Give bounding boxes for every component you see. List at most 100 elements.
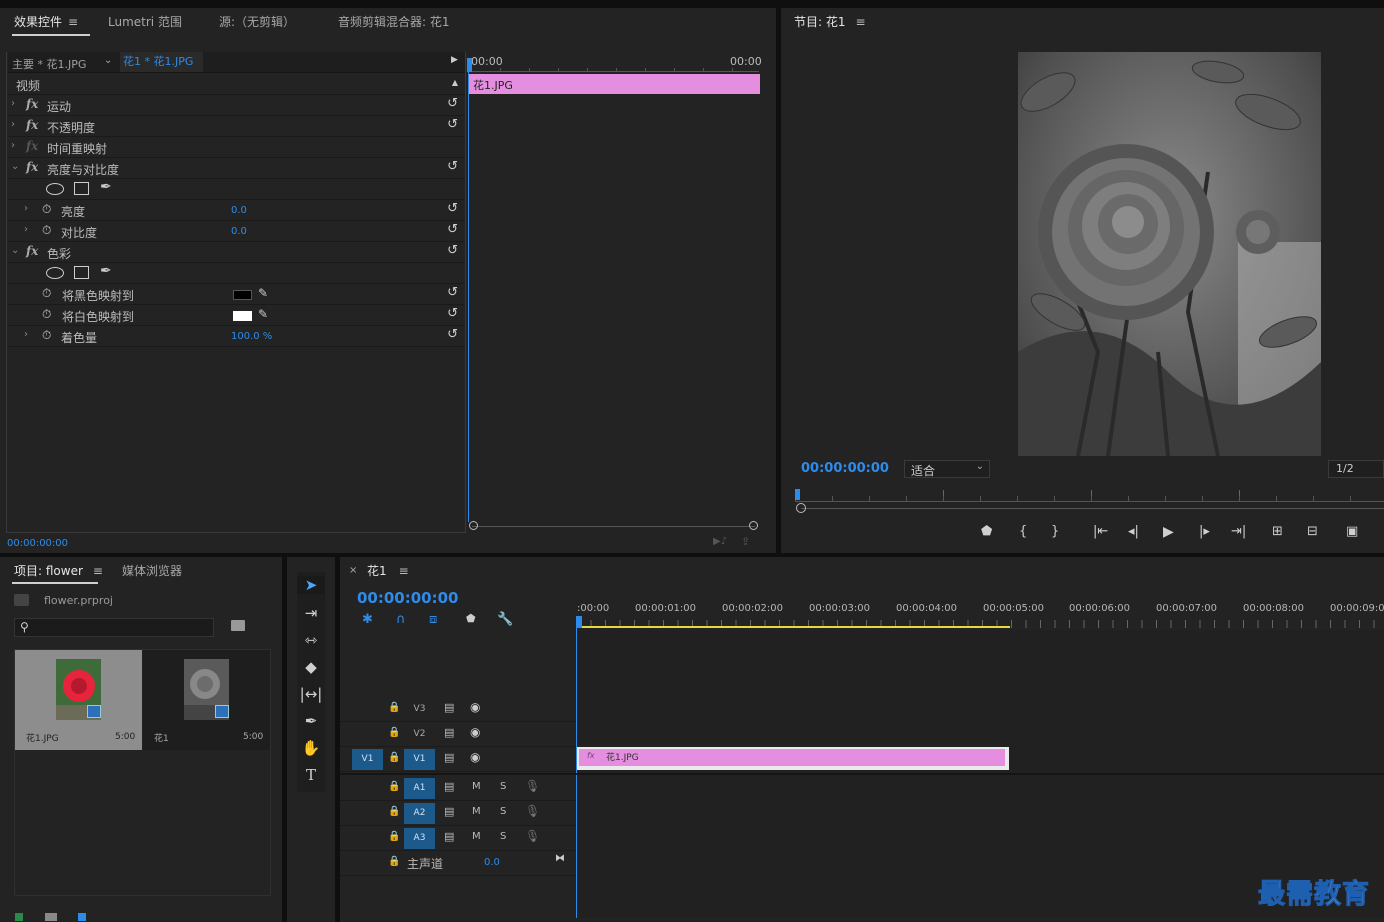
add-marker-icon[interactable]: ⬟ <box>466 612 476 625</box>
project-search-input[interactable]: ⚲ <box>14 618 214 637</box>
go-to-out-icon[interactable]: ⇥| <box>1231 524 1246 539</box>
tab-source[interactable]: 源:（无剪辑） <box>219 8 295 36</box>
solo-button[interactable]: S <box>500 781 506 792</box>
tab-lumetri-scopes[interactable]: Lumetri 范围 <box>108 8 182 36</box>
tab-media-browser[interactable]: 媒体浏览器 <box>122 557 182 585</box>
track-name[interactable]: V2 <box>404 724 435 745</box>
program-timecode[interactable]: 00:00:00:00 <box>801 461 889 476</box>
lock-icon[interactable]: 🔒 <box>388 781 400 792</box>
track-name[interactable]: A2 <box>404 803 435 824</box>
tab-audio-clip-mixer[interactable]: 音频剪辑混合器: 花1 <box>338 8 450 36</box>
track-name[interactable]: V3 <box>404 699 435 720</box>
play-icon[interactable]: ▶ <box>1163 524 1174 540</box>
audio-only-icon[interactable]: ▶♪ <box>713 536 727 547</box>
sync-lock-icon[interactable]: ▤ <box>444 726 454 739</box>
sync-lock-icon[interactable]: ▤ <box>444 751 454 764</box>
write-protect-icon[interactable] <box>15 913 23 921</box>
hand-tool-icon[interactable]: ✋ <box>297 739 325 757</box>
panel-menu-icon[interactable]: ≡ <box>856 15 866 29</box>
tab-sequence[interactable]: 花1 ≡ <box>367 557 409 585</box>
track-name[interactable]: A1 <box>404 778 435 799</box>
ec-zoom-handle-left[interactable] <box>469 521 478 530</box>
lock-icon[interactable]: 🔒 <box>388 806 400 817</box>
source-patch-v1[interactable]: V1 <box>352 749 383 770</box>
mark-in-icon[interactable]: { <box>1019 524 1027 539</box>
list-view-icon[interactable] <box>45 913 57 921</box>
lock-icon[interactable]: 🔒 <box>388 727 400 738</box>
mic-icon[interactable]: 🎙 <box>525 829 540 843</box>
track-select-tool-icon[interactable]: ⇥ <box>297 604 325 622</box>
project-file-name: flower.prproj <box>44 594 113 607</box>
panel-menu-icon[interactable]: ≡ <box>399 564 409 578</box>
nest-toggle-icon[interactable]: ✱ <box>362 612 373 627</box>
program-scrollbar[interactable] <box>801 508 1384 509</box>
tab-program[interactable]: 节目: 花1 ≡ <box>794 8 866 36</box>
project-item-sequence[interactable]: 花1 5:00 <box>143 650 270 750</box>
pen-tool-icon[interactable]: ✒ <box>297 712 325 730</box>
timeline-timecode[interactable]: 00:00:00:00 <box>357 589 459 607</box>
solo-button[interactable]: S <box>500 831 506 842</box>
sync-lock-icon[interactable]: ▤ <box>444 701 454 714</box>
eye-icon[interactable]: ◉ <box>470 725 480 739</box>
go-to-edit-point-icon[interactable]: ⧓ <box>555 853 565 864</box>
program-scroll-handle[interactable] <box>796 503 806 513</box>
mic-icon[interactable]: 🎙 <box>525 779 540 793</box>
lock-icon[interactable]: 🔒 <box>388 856 400 867</box>
lock-icon[interactable]: 🔒 <box>388 831 400 842</box>
ec-clip-bar[interactable]: 花1.JPG <box>469 74 760 94</box>
master-track-value[interactable]: 0.0 <box>484 857 500 868</box>
project-item-clip[interactable]: 花1.JPG 5:00 <box>15 650 142 750</box>
ec-zoom-handle-right[interactable] <box>749 521 758 530</box>
eye-icon[interactable]: ◉ <box>470 700 480 714</box>
tab-label: 节目: 花1 <box>794 15 846 29</box>
snap-icon[interactable]: ∩ <box>396 612 406 627</box>
sync-lock-icon[interactable]: ▤ <box>444 830 454 843</box>
sync-lock-icon[interactable]: ▤ <box>444 780 454 793</box>
lock-icon[interactable]: 🔒 <box>388 752 400 763</box>
still-image-badge-icon <box>87 705 101 718</box>
slip-tool-icon[interactable]: |↔| <box>297 685 325 703</box>
panel-menu-icon[interactable]: ≡ <box>68 15 78 29</box>
effect-controls-timecode[interactable]: 00:00:00:00 <box>7 538 68 549</box>
settings-wrench-icon[interactable]: 🔧 <box>497 612 513 627</box>
go-to-in-icon[interactable]: |⇤ <box>1093 524 1108 539</box>
new-bin-icon[interactable] <box>231 620 245 631</box>
lock-icon[interactable]: 🔒 <box>388 702 400 713</box>
mute-button[interactable]: M <box>472 781 481 792</box>
mute-button[interactable]: M <box>472 831 481 842</box>
panel-menu-icon[interactable]: ≡ <box>93 564 103 578</box>
ripple-edit-tool-icon[interactable]: ⇿ <box>297 631 325 649</box>
step-back-icon[interactable]: ◂| <box>1128 524 1139 539</box>
type-tool-icon[interactable]: T <box>297 766 325 784</box>
tab-label: 花1 <box>367 564 387 578</box>
work-area-bar[interactable] <box>576 626 1010 628</box>
timeline-clip[interactable]: fx 花1.JPG <box>577 747 1009 770</box>
program-playhead[interactable] <box>795 489 800 500</box>
export-icon[interactable]: ⇪ <box>741 535 750 548</box>
add-marker-icon[interactable]: ⬟ <box>981 524 992 539</box>
selection-tool-icon[interactable]: ➤ <box>297 576 325 594</box>
solo-button[interactable]: S <box>500 806 506 817</box>
razor-tool-icon[interactable]: ◆ <box>297 658 325 676</box>
mic-icon[interactable]: 🎙 <box>525 804 540 818</box>
linked-selection-icon[interactable]: ⧈ <box>429 612 437 627</box>
eye-icon[interactable]: ◉ <box>470 750 480 764</box>
tab-effect-controls[interactable]: 效果控件 ≡ <box>14 8 78 36</box>
track-name[interactable]: A3 <box>404 828 435 849</box>
mark-out-icon[interactable]: } <box>1051 524 1059 539</box>
track-v3: 🔒 V3 ▤ ◉ <box>340 697 576 722</box>
sync-lock-icon[interactable]: ▤ <box>444 805 454 818</box>
icon-view-icon[interactable] <box>78 913 86 921</box>
ec-zoom-scroll[interactable] <box>472 526 755 527</box>
mute-button[interactable]: M <box>472 806 481 817</box>
export-frame-icon[interactable]: ▣ <box>1346 524 1358 539</box>
extract-icon[interactable]: ⊟ <box>1307 524 1318 539</box>
fit-select[interactable]: 适合 ⌄ <box>904 460 990 478</box>
tab-project[interactable]: 项目: flower ≡ <box>14 557 103 585</box>
lift-icon[interactable]: ⊞ <box>1272 524 1283 539</box>
step-forward-icon[interactable]: |▸ <box>1199 524 1210 539</box>
resolution-select[interactable]: 1/2 <box>1328 460 1384 478</box>
track-name[interactable]: V1 <box>404 749 435 770</box>
timeline-playhead[interactable] <box>576 616 582 628</box>
close-sequence-icon[interactable]: × <box>349 565 357 576</box>
